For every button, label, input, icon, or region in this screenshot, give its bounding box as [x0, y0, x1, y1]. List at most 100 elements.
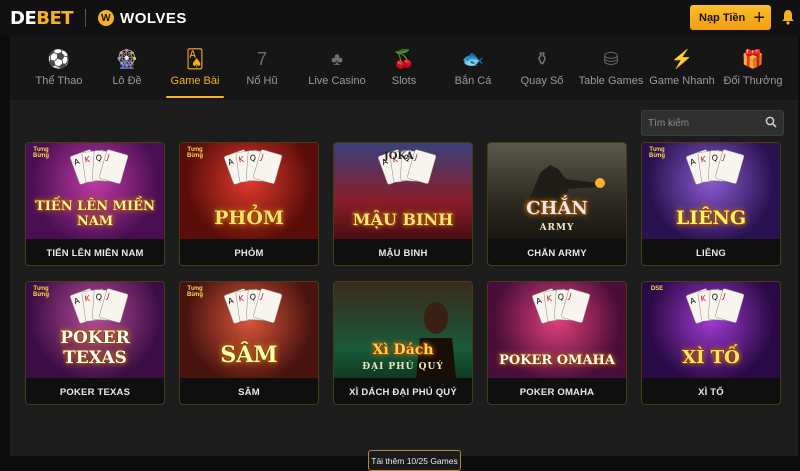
- deposit-label: Nạp Tiền: [699, 11, 746, 24]
- bell-icon[interactable]: [781, 9, 795, 25]
- event-badge: Tưng Bừng: [186, 286, 203, 298]
- game-thumbnail[interactable]: A K Q J POKER OMAHA: [488, 282, 626, 378]
- game-name[interactable]: TIẾN LÊN MIỀN NAM: [26, 241, 164, 265]
- game-card-xi-to[interactable]: A K Q J DSE XÌ TỐ XÌ TỐ: [641, 281, 781, 405]
- nav-item-label: Quay Số: [520, 75, 564, 87]
- search-icon[interactable]: [765, 116, 777, 131]
- nav-item-label: Game Nhanh: [649, 75, 715, 87]
- game-art-subtitle: ARMY: [539, 223, 575, 233]
- game-bai-icon: 🂡: [185, 49, 205, 69]
- svg-text:Q: Q: [711, 153, 718, 162]
- deposit-button[interactable]: Nạp Tiền +: [690, 5, 771, 30]
- slots-icon: 🍒: [392, 49, 416, 69]
- svg-text:Q: Q: [557, 292, 564, 301]
- nav-item-doi-thuong[interactable]: 🎁 Đổi Thưởng: [715, 36, 791, 100]
- game-card-lieng[interactable]: A K Q J Tưng Bừng LIÊNG LIÊNG: [641, 142, 781, 266]
- top-bar: DEBET W WOLVES: [0, 0, 800, 36]
- nav-item-label: Game Bài: [170, 75, 220, 87]
- event-badge: Tưng Bừng: [32, 286, 49, 298]
- game-thumbnail[interactable]: CHẮN ARMY: [488, 143, 626, 239]
- game-art-title: SÂM: [220, 342, 278, 368]
- nav-item-lo-de[interactable]: 🎡 Lô Đề: [103, 36, 151, 100]
- nav-item-game-bai[interactable]: 🂡 Game Bài: [164, 36, 226, 100]
- game-thumbnail[interactable]: A K Q J Tưng Bừng POKER TEXAS: [26, 282, 164, 378]
- event-badge: DSE: [650, 286, 664, 292]
- svg-text:Q: Q: [249, 153, 256, 162]
- game-card-poker-texas[interactable]: A K Q J Tưng Bừng POKER TEXAS POKER TEXAS: [25, 281, 165, 405]
- doi-thuong-icon: 🎁: [741, 49, 765, 69]
- nav-item-live-casino[interactable]: ♣ Live Casino: [300, 36, 374, 100]
- nav-item-label: Table Games: [578, 75, 644, 87]
- nav-item-label: Slots: [391, 75, 417, 87]
- game-name[interactable]: SÂM: [180, 380, 318, 404]
- lo-de-icon: 🎡: [115, 49, 139, 69]
- event-badge: Tưng Bừng: [648, 147, 665, 159]
- search-box[interactable]: [641, 110, 784, 136]
- category-nav: ⚽ Thể Thao 🎡 Lô Đề 🂡 Game Bài 7 Nổ Hũ ♣ Live Casi…: [10, 36, 798, 100]
- game-name[interactable]: LIÊNG: [642, 241, 780, 265]
- game-name[interactable]: POKER OMAHA: [488, 380, 626, 404]
- game-panel: ⚽ Thể Thao 🎡 Lô Đề 🂡 Game Bài 7 Nổ Hũ ♣ Live Casi…: [10, 36, 798, 471]
- no-hu-icon: 7: [256, 49, 267, 69]
- game-art-title: Xì Dách: [372, 342, 434, 358]
- game-card-phom[interactable]: A K Q J Tưng Bừng PHỎM PHỎM: [179, 142, 319, 266]
- load-more-button[interactable]: Tải thêm 10/25 Games: [368, 450, 461, 471]
- game-art-subtitle: ĐẠI PHÚ QUÝ: [362, 362, 444, 372]
- wolf-icon: W: [98, 10, 115, 26]
- game-thumbnail[interactable]: A K Q J Tưng Bừng TIẾN LÊN MIỀN NAM: [26, 143, 164, 239]
- game-card-xi-dach-dai-phu-quy[interactable]: Xì Dách ĐẠI PHÚ QUÝ XÌ DÁCH ĐẠI PHÚ QUÝ: [333, 281, 473, 405]
- game-thumbnail[interactable]: A K Q J Tưng Bừng SÂM: [180, 282, 318, 378]
- game-art-title: MẬU BINH: [352, 210, 454, 229]
- event-badge: Tưng Bừng: [32, 147, 49, 159]
- game-name[interactable]: XÌ TỐ: [642, 380, 780, 404]
- game-art-title: POKER OMAHA: [499, 353, 615, 368]
- nav-item-ban-ca[interactable]: 🐟 Bắn Cá: [444, 36, 502, 100]
- ban-ca-icon: 🐟: [461, 49, 485, 69]
- game-name[interactable]: POKER TEXAS: [26, 380, 164, 404]
- nav-item-slots[interactable]: 🍒 Slots: [382, 36, 426, 100]
- header-divider: [85, 9, 87, 27]
- game-art-title: CHẮN: [526, 198, 588, 219]
- game-thumbnail[interactable]: A K Q J Tưng Bừng PHỎM: [180, 143, 318, 239]
- art-top-text: JOKA: [384, 151, 414, 162]
- nav-item-the-thao[interactable]: ⚽ Thể Thao: [30, 36, 88, 100]
- game-card-chan-army[interactable]: CHẮN ARMY CHẮN ARMY: [487, 142, 627, 266]
- nav-item-table-games[interactable]: ⛁ Table Games: [577, 36, 645, 100]
- game-name[interactable]: MẬU BINH: [334, 241, 472, 265]
- game-nhanh-icon: ⚡: [670, 49, 694, 69]
- partner-name: WOLVES: [120, 9, 187, 27]
- game-art-title: TIẾN LÊN MIỀN NAM: [35, 199, 155, 229]
- game-name[interactable]: XÌ DÁCH ĐẠI PHÚ QUÝ: [334, 380, 472, 404]
- game-art-title: POKER TEXAS: [60, 328, 130, 368]
- game-thumbnail[interactable]: A K Q J DSE XÌ TỐ: [642, 282, 780, 378]
- game-name[interactable]: PHỎM: [180, 241, 318, 265]
- nav-item-label: Bắn Cá: [454, 75, 492, 87]
- nav-item-label: Lô Đề: [112, 75, 142, 87]
- game-card-sam[interactable]: A K Q J Tưng Bừng SÂM SÂM: [179, 281, 319, 405]
- search-input[interactable]: [648, 117, 765, 129]
- game-card-poker-omaha[interactable]: A K Q J POKER OMAHA POKER OMAHA: [487, 281, 627, 405]
- game-thumbnail[interactable]: A K Q J Tưng Bừng LIÊNG: [642, 143, 780, 239]
- wolves-partner-logo: W WOLVES: [98, 10, 187, 27]
- game-card-mau-binh[interactable]: A K Q J JOKA MẬU BINH MẬU BINH: [333, 142, 473, 266]
- game-art-title: LIÊNG: [675, 207, 747, 229]
- game-name[interactable]: CHẮN ARMY: [488, 241, 626, 265]
- nav-item-quay-so[interactable]: ⚱ Quay Số: [512, 36, 572, 100]
- live-casino-icon: ♣: [331, 49, 343, 69]
- nav-item-label: Nổ Hũ: [246, 75, 278, 87]
- game-card-tien-len-mien-nam[interactable]: A K Q J Tưng Bừng TIẾN LÊN MIỀN NAM TIẾN LÊN M…: [25, 142, 165, 266]
- nav-item-label: Đổi Thưởng: [723, 75, 783, 87]
- svg-text:Q: Q: [249, 292, 256, 301]
- event-badge: Tưng Bừng: [186, 147, 203, 159]
- game-thumbnail[interactable]: A K Q J JOKA MẬU BINH: [334, 143, 472, 239]
- nav-item-no-hu[interactable]: 7 Nổ Hũ: [240, 36, 284, 100]
- svg-text:Q: Q: [711, 292, 718, 301]
- game-thumbnail[interactable]: Xì Dách ĐẠI PHÚ QUÝ: [334, 282, 472, 378]
- the-thao-icon: ⚽: [47, 49, 71, 69]
- logo-accent-text: BET: [36, 7, 74, 29]
- game-art-title: XÌ TỐ: [682, 347, 740, 368]
- game-art-title: PHỎM: [214, 207, 284, 229]
- debet-logo[interactable]: DEBET: [10, 7, 74, 29]
- nav-item-game-nhanh[interactable]: ⚡ Game Nhanh: [647, 36, 717, 100]
- logo-main-text: DE: [10, 7, 37, 29]
